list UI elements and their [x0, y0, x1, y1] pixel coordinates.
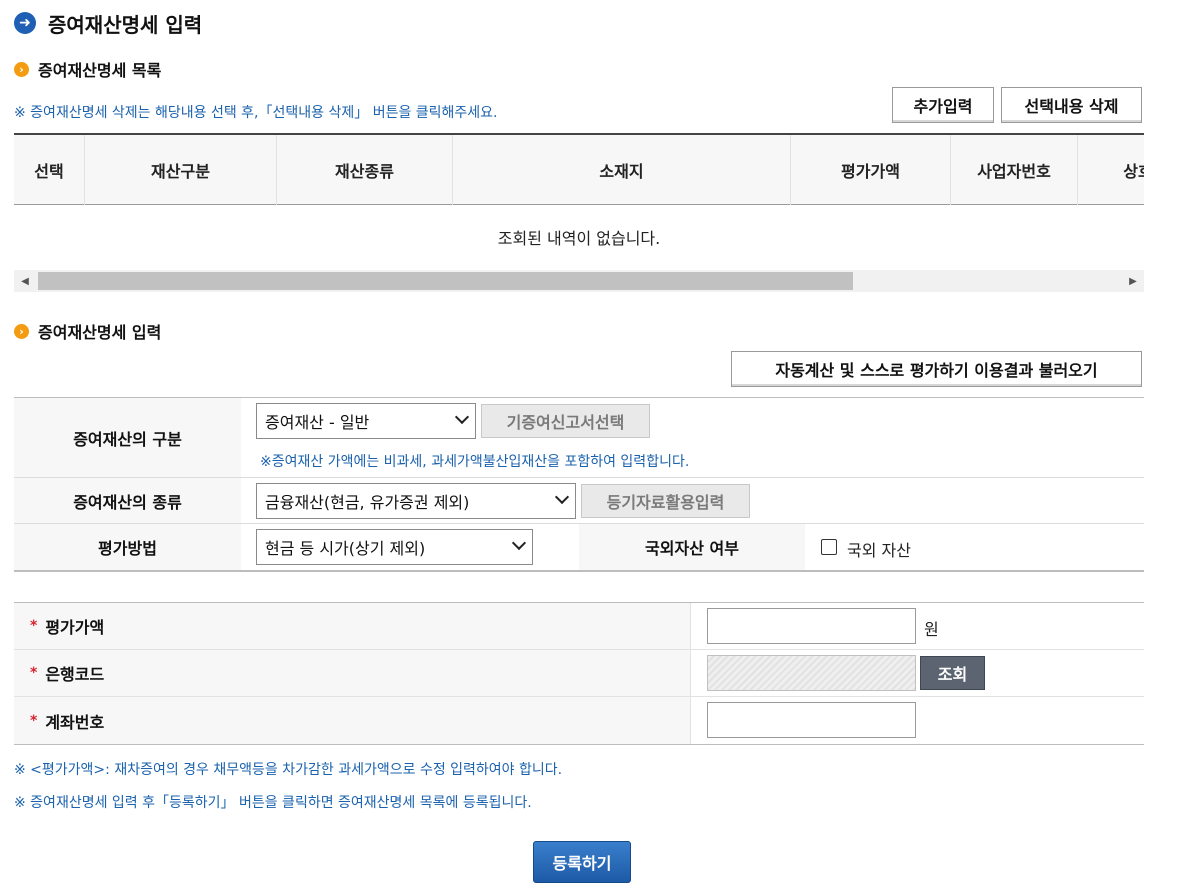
delete-instruction-note: ※ 증여재산명세 삭제는 해당내용 선택 후,「선택내용 삭제」 버튼을 클릭해… — [14, 105, 498, 121]
chevron-right-circle-icon: › — [14, 323, 29, 339]
currency-unit-label: 원 — [924, 620, 939, 639]
input-section-title: › 증여재산명세 입력 — [14, 319, 161, 343]
row-asset-type: 증여재산의 종류 금융재산(현금, 유가증권 제외) 등기자료활용입력 — [14, 478, 1144, 524]
asset-type-select-value: 금융재산(현금, 유가증권 제외) — [265, 493, 470, 512]
appraised-value-label: * 평가가액 — [14, 603, 691, 649]
required-mark: * — [30, 665, 38, 681]
overseas-asset-checkbox[interactable] — [821, 539, 837, 555]
asset-type-select[interactable]: 금융재산(현금, 유가증권 제외) — [256, 483, 576, 519]
asset-category-select[interactable]: 증여재산 - 일반 — [256, 403, 476, 439]
column-header-business-number: 사업자번호 — [951, 135, 1078, 205]
asset-category-label: 증여재산의 구분 — [14, 398, 241, 477]
chevron-down-icon — [554, 489, 570, 505]
valuation-method-label: 평가방법 — [14, 524, 241, 570]
row-account-number: * 계좌번호 — [14, 697, 1144, 744]
asset-type-label: 증여재산의 종류 — [14, 478, 241, 523]
row-asset-category: 증여재산의 구분 증여재산 - 일반 기증여신고서선택 ※증여재산 가액에는 비… — [14, 398, 1144, 478]
delete-selected-button[interactable]: 선택내용 삭제 — [1001, 87, 1142, 123]
list-section-title-text: 증여재산명세 목록 — [38, 61, 162, 80]
account-number-label: * 계좌번호 — [14, 697, 691, 744]
registry-data-input-button[interactable]: 등기자료활용입력 — [581, 484, 750, 518]
register-button[interactable]: 등록하기 — [533, 841, 631, 883]
bank-code-input — [707, 655, 916, 691]
asset-value-note: ※증여재산 가액에는 비과세, 과세가액불산입재산을 포함하여 입력합니다. — [260, 454, 690, 470]
list-section-title: › 증여재산명세 목록 — [14, 57, 161, 81]
bank-code-label: * 은행코드 — [14, 650, 691, 696]
footer-note-appraised-value: ※ <평가가액>: 재차증여의 경우 채무액등을 차가감한 과세가액으로 수정 … — [14, 762, 563, 778]
valuation-method-select[interactable]: 현금 등 시가(상기 제외) — [256, 529, 533, 565]
chevron-right-circle-icon: › — [14, 61, 29, 77]
overseas-asset-checkbox-label[interactable]: 국외 자산 — [847, 537, 911, 561]
asset-list-table: 선택 재산구분 재산종류 소재지 평가가액 사업자번호 상호 조회된 내역이 없… — [14, 133, 1144, 297]
page-title-text: 증여재산명세 입력 — [48, 12, 203, 37]
column-header-company-name: 상호 — [1123, 162, 1144, 181]
account-number-input[interactable] — [707, 702, 916, 738]
load-auto-calc-results-button[interactable]: 자동계산 및 스스로 평가하기 이용결과 불러오기 — [731, 351, 1142, 387]
row-bank-code: * 은행코드 조회 — [14, 650, 1144, 697]
page-title: ➜ 증여재산명세 입력 — [14, 8, 202, 38]
scrollbar-thumb[interactable] — [38, 272, 853, 290]
arrow-right-circle-icon: ➜ — [14, 12, 36, 34]
bank-code-label-text: 은행코드 — [45, 665, 105, 684]
empty-list-message: 조회된 내역이 없습니다. — [497, 229, 661, 248]
input-section-title-text: 증여재산명세 입력 — [38, 323, 162, 342]
row-valuation-method: 평가방법 현금 등 시가(상기 제외) 국외자산 여부 국외 자산 — [14, 524, 1144, 570]
asset-list-header: 선택 재산구분 재산종류 소재지 평가가액 사업자번호 상호 — [14, 133, 1144, 205]
column-header-asset-type: 재산종류 — [277, 135, 453, 205]
horizontal-scrollbar[interactable]: ◀ ▶ — [14, 270, 1144, 292]
overseas-asset-label: 국외자산 여부 — [579, 524, 805, 570]
asset-input-table: 증여재산의 구분 증여재산 - 일반 기증여신고서선택 ※증여재산 가액에는 비… — [14, 397, 1144, 572]
asset-category-select-value: 증여재산 - 일반 — [265, 413, 370, 432]
scroll-left-arrow-icon[interactable]: ◀ — [14, 270, 36, 292]
amount-input-table: * 평가가액 원 * 은행코드 조회 * 계좌번호 — [14, 602, 1144, 745]
chevron-down-icon — [511, 535, 527, 551]
footer-note-registration: ※ 증여재산명세 입력 후「등록하기」 버튼을 클릭하면 증여재산명세 목록에 … — [14, 795, 532, 811]
chevron-down-icon — [454, 409, 470, 425]
select-prior-gift-return-button[interactable]: 기증여신고서선택 — [481, 404, 650, 438]
row-appraised-value: * 평가가액 원 — [14, 603, 1144, 650]
required-mark: * — [30, 618, 38, 634]
column-header-select: 선택 — [14, 135, 85, 205]
add-entry-button[interactable]: 추가입력 — [892, 87, 994, 123]
required-mark: * — [30, 712, 38, 729]
column-header-location: 소재지 — [453, 135, 791, 205]
valuation-method-select-value: 현금 등 시가(상기 제외) — [265, 539, 426, 558]
bank-code-lookup-button[interactable]: 조회 — [920, 656, 985, 690]
column-header-appraised-value: 평가가액 — [791, 135, 951, 205]
appraised-value-label-text: 평가가액 — [45, 618, 105, 637]
scroll-right-arrow-icon[interactable]: ▶ — [1122, 270, 1144, 292]
column-header-asset-category: 재산구분 — [85, 135, 277, 205]
appraised-value-input[interactable] — [707, 608, 916, 644]
account-number-label-text: 계좌번호 — [45, 712, 105, 732]
